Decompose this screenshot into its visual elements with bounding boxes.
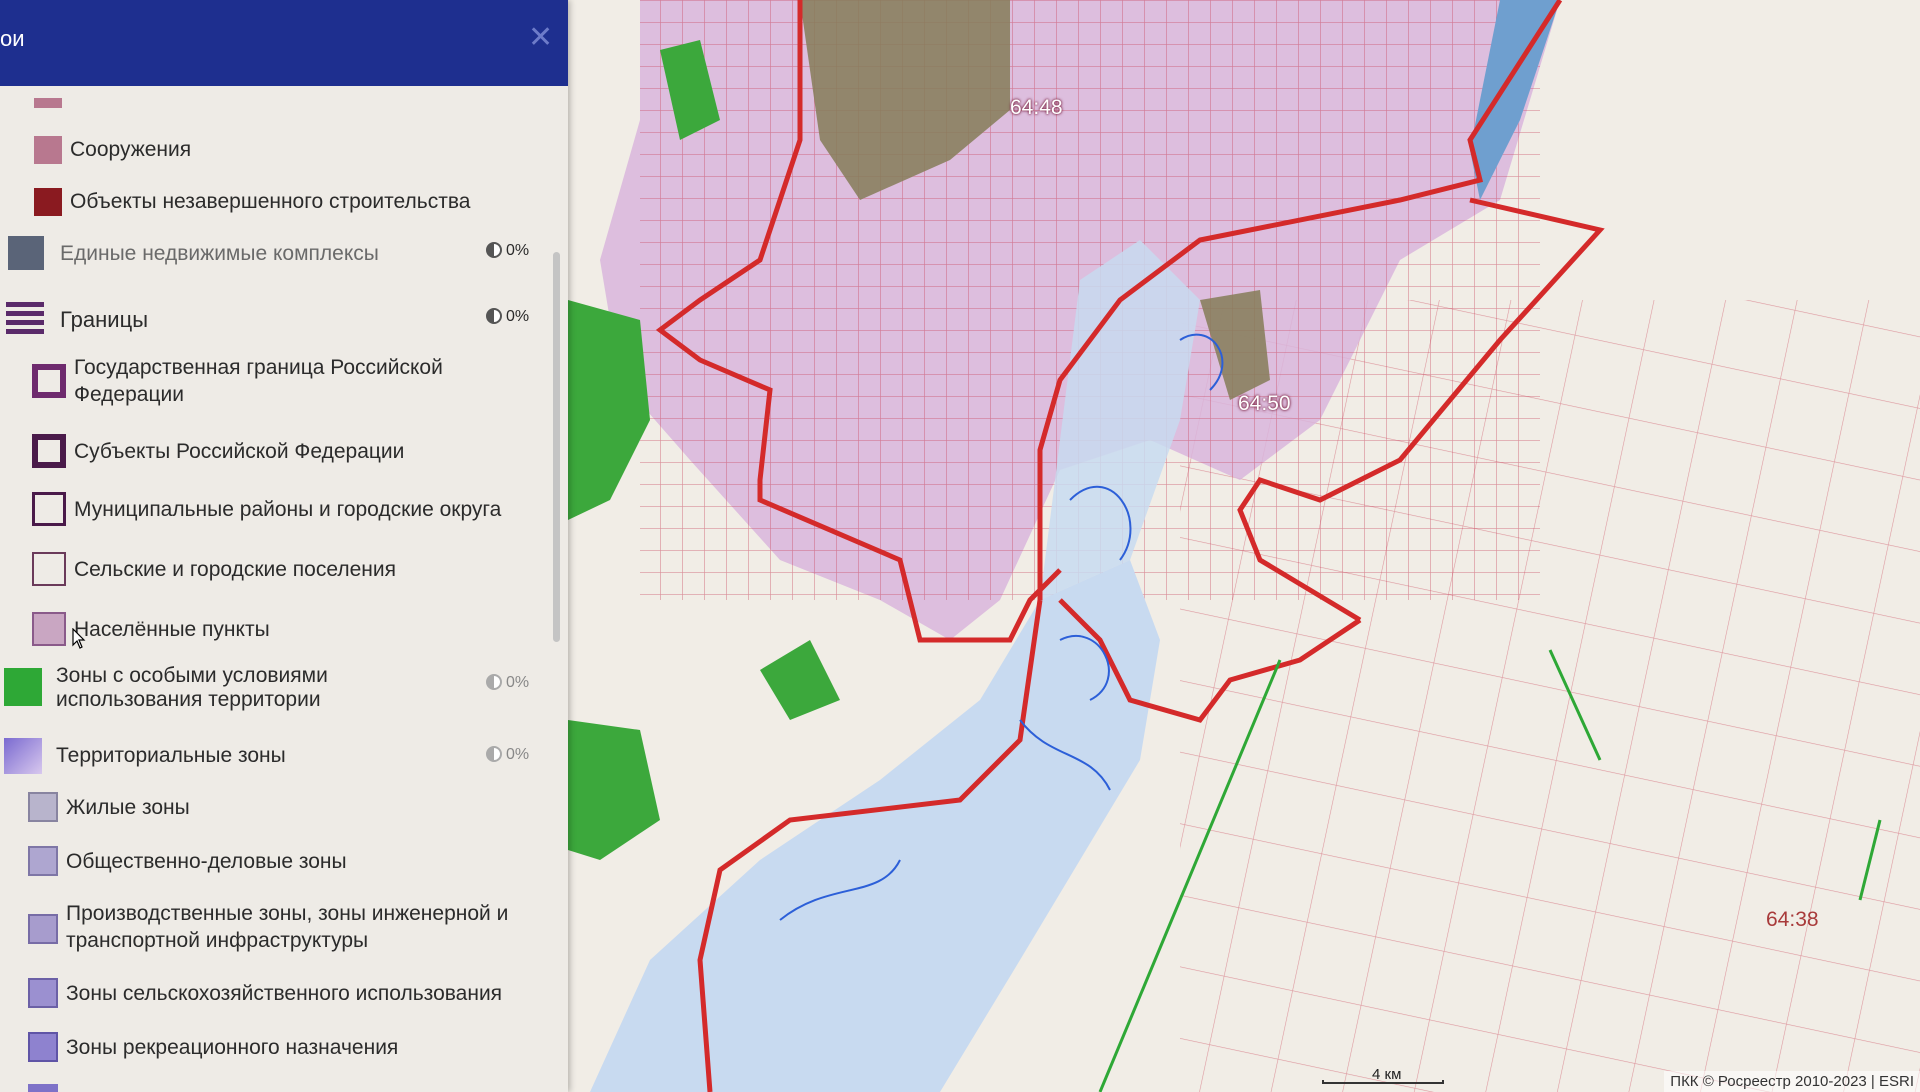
legend-label: Зоны рекреационного назначения — [66, 1036, 399, 1059]
mouse-cursor-icon — [72, 628, 86, 649]
opacity-icon — [486, 746, 502, 762]
panel-header: ои ✕ ‹ — [0, 0, 568, 86]
legend-swatch — [8, 236, 44, 270]
legend-swatch — [32, 434, 66, 468]
map-attribution: ПКК © Росреестр 2010-2023 | ESRI — [1664, 1071, 1920, 1092]
layers-panel: ои ✕ ‹ Сооружения Объекты незавершенного… — [0, 0, 568, 1092]
opacity-control[interactable]: 0% — [486, 242, 529, 260]
legend-group-label: Зоны с особыми условиями использования т… — [56, 664, 328, 711]
legend-swatch — [28, 846, 58, 876]
legend-label: Сельские и городские поселения — [74, 558, 396, 581]
legend-swatch — [32, 612, 66, 646]
opacity-control[interactable]: 0% — [486, 674, 529, 692]
legend-swatch — [28, 1084, 58, 1092]
legend-swatch — [28, 978, 58, 1008]
legend-label: Населённые пункты — [74, 618, 270, 641]
opacity-icon — [486, 308, 502, 324]
legend-swatch — [32, 364, 66, 398]
legend-label: Жилые зоны — [66, 796, 190, 819]
legend-label: Общественно-деловые зоны — [66, 850, 347, 873]
legend-label: Объекты незавершенного строительства — [70, 190, 471, 213]
scale-bar — [1322, 1080, 1444, 1084]
legend-label: Субъекты Российской Федерации — [74, 440, 405, 463]
panel-scrollbar[interactable] — [553, 252, 560, 642]
legend-swatch — [4, 668, 42, 706]
legend-swatch — [28, 792, 58, 822]
legend-swatch — [32, 552, 66, 586]
legend-swatch — [4, 738, 42, 774]
close-icon[interactable]: ✕ — [528, 20, 553, 55]
legend-group-label: Территориальные зоны — [56, 744, 286, 767]
legend-swatch — [34, 98, 62, 108]
opacity-icon — [486, 674, 502, 690]
boundaries-group-icon — [6, 302, 44, 336]
legend-swatch — [28, 914, 58, 944]
legend-label: Государственная граница Российской Федер… — [74, 356, 443, 406]
legend-label: Сооружения — [70, 138, 192, 161]
legend-label: Производственные зоны, зоны инженерной и… — [66, 902, 509, 952]
opacity-control[interactable]: 0% — [486, 746, 529, 764]
cadastral-district-label: 64:50 — [1238, 392, 1291, 415]
opacity-control[interactable]: 0% — [486, 308, 529, 326]
cadastral-district-label: 64:38 — [1766, 908, 1819, 931]
legend-group-label: Границы — [60, 307, 148, 332]
legend-swatch — [34, 136, 62, 164]
map-scale: 4 км — [1322, 1066, 1444, 1092]
panel-title: ои — [0, 26, 25, 51]
legend-swatch — [34, 188, 62, 216]
legend-label: Муниципальные районы и городские округа — [74, 498, 502, 521]
opacity-icon — [486, 242, 502, 258]
legend-swatch — [28, 1032, 58, 1062]
legend-label: Зоны сельскохозяйственного использования — [66, 982, 503, 1005]
cadastral-district-label: 64:48 — [1010, 96, 1063, 119]
legend-label: Единые недвижимые комплексы — [60, 242, 379, 265]
legend-swatch — [32, 492, 66, 526]
